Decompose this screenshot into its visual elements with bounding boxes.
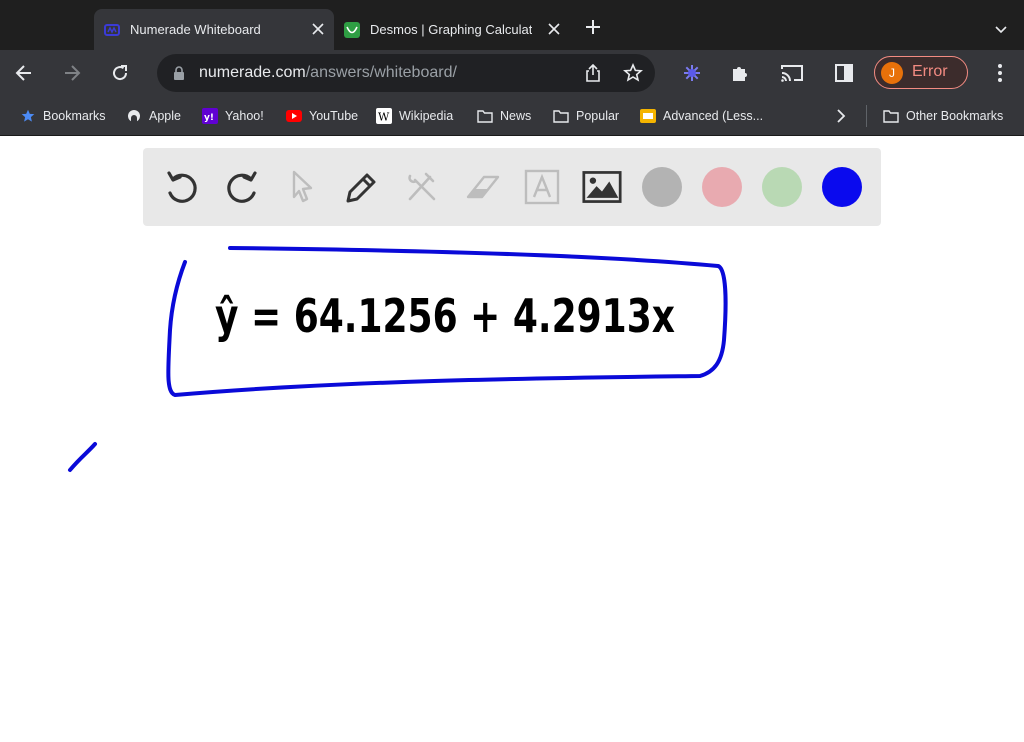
bookmark-yahoo[interactable]: y! Yahoo! — [202, 96, 264, 136]
tab-search-chevron-down-icon[interactable] — [994, 22, 1008, 40]
bookmark-label: Apple — [149, 109, 181, 123]
bookmark-label: Yahoo! — [225, 109, 264, 123]
pointer-icon[interactable] — [282, 167, 322, 207]
share-icon[interactable] — [585, 63, 601, 87]
equation-handwriting: ŷ = 64.1256 + 4.2913x — [215, 289, 675, 343]
extensions-puzzle-icon[interactable] — [728, 61, 752, 85]
bookmark-apple[interactable]: Apple — [126, 96, 181, 136]
pen-icon[interactable] — [342, 167, 382, 207]
bookmark-label: Other Bookmarks — [906, 109, 1004, 123]
cast-icon[interactable] — [780, 61, 804, 85]
tools-icon[interactable] — [402, 167, 442, 207]
lock-icon — [173, 66, 185, 85]
bookmark-folder-news[interactable]: News — [477, 96, 531, 136]
forward-arrow-icon[interactable] — [60, 61, 84, 85]
bookmark-other-bookmarks[interactable]: Other Bookmarks — [883, 96, 1003, 136]
address-bar[interactable]: numerade.com/answers/whiteboard/ — [157, 54, 655, 92]
ink-stroke — [68, 442, 97, 472]
text-icon[interactable] — [522, 167, 562, 207]
avatar: J — [881, 62, 903, 84]
color-swatch-pink[interactable] — [702, 167, 742, 207]
folder-icon — [553, 108, 569, 124]
bookmark-label: Bookmarks — [43, 109, 106, 123]
undo-icon[interactable] — [162, 167, 202, 207]
bookmark-label: Advanced (Less... — [663, 109, 764, 123]
eraser-icon[interactable] — [462, 167, 502, 207]
back-arrow-icon[interactable] — [12, 61, 36, 85]
star-icon — [20, 108, 36, 124]
bookmark-folder-popular[interactable]: Popular — [553, 96, 619, 136]
url-host: numerade.com — [199, 64, 306, 81]
profile-error-label: Error — [912, 63, 948, 80]
bookmark-label: Wikipedia — [399, 109, 454, 123]
browser-toolbar: numerade.com/answers/whiteboard/ J Error — [0, 50, 1024, 96]
apple-icon — [126, 108, 142, 124]
folder-icon — [477, 108, 493, 124]
numerade-favicon-icon — [104, 22, 120, 38]
whiteboard-toolbar — [143, 148, 881, 226]
url-path: /answers/whiteboard/ — [305, 64, 457, 81]
menu-dots-icon[interactable] — [988, 61, 1012, 85]
tab-desmos[interactable]: Desmos | Graphing Calculator — [334, 9, 570, 50]
wikipedia-icon: W — [376, 108, 392, 124]
color-swatch-green[interactable] — [762, 167, 802, 207]
tab-title: Desmos | Graphing Calculator — [370, 22, 532, 37]
new-tab-icon[interactable] — [584, 18, 602, 41]
bookmark-youtube[interactable]: YouTube — [286, 96, 358, 136]
tab-numerade-whiteboard[interactable]: Numerade Whiteboard — [94, 9, 334, 50]
folder-icon — [883, 108, 899, 124]
url-text: numerade.com/answers/whiteboard/ — [199, 64, 457, 82]
close-icon[interactable] — [310, 21, 326, 37]
svg-text:y!: y! — [204, 113, 214, 123]
chevron-right-icon[interactable] — [836, 109, 846, 128]
close-icon[interactable] — [546, 21, 562, 37]
tab-strip: Numerade Whiteboard Desmos | Graphing Ca… — [0, 0, 1024, 50]
color-swatch-gray[interactable] — [642, 167, 682, 207]
tab-title: Numerade Whiteboard — [130, 22, 261, 37]
extension-flower-icon[interactable] — [680, 61, 704, 85]
desmos-favicon-icon — [344, 21, 360, 38]
bookmark-star-icon[interactable] — [623, 63, 643, 88]
bookmarks-divider — [866, 105, 867, 127]
image-icon[interactable] — [582, 167, 622, 207]
side-panel-icon[interactable] — [832, 61, 856, 85]
redo-icon[interactable] — [222, 167, 262, 207]
bookmarks-bar: Bookmarks Apple y! Yahoo! YouTube W Wiki… — [0, 96, 1024, 136]
bookmark-advanced[interactable]: Advanced (Less... — [640, 96, 763, 136]
whiteboard-canvas[interactable]: ŷ = 64.1256 + 4.2913x — [0, 226, 1024, 742]
reload-icon[interactable] — [108, 61, 132, 85]
profile-button[interactable]: J Error — [874, 56, 968, 89]
bookmark-wikipedia[interactable]: W Wikipedia — [376, 96, 453, 136]
bookmark-label: News — [500, 109, 532, 123]
youtube-icon — [286, 108, 302, 124]
bookmark-bookmarks[interactable]: Bookmarks — [20, 96, 106, 136]
bookmark-label: YouTube — [309, 109, 359, 123]
svg-text:W: W — [378, 111, 390, 124]
bookmark-label: Popular — [576, 109, 620, 123]
color-swatch-blue[interactable] — [822, 167, 862, 207]
yellow-page-icon — [640, 108, 656, 124]
yahoo-icon: y! — [202, 108, 218, 124]
